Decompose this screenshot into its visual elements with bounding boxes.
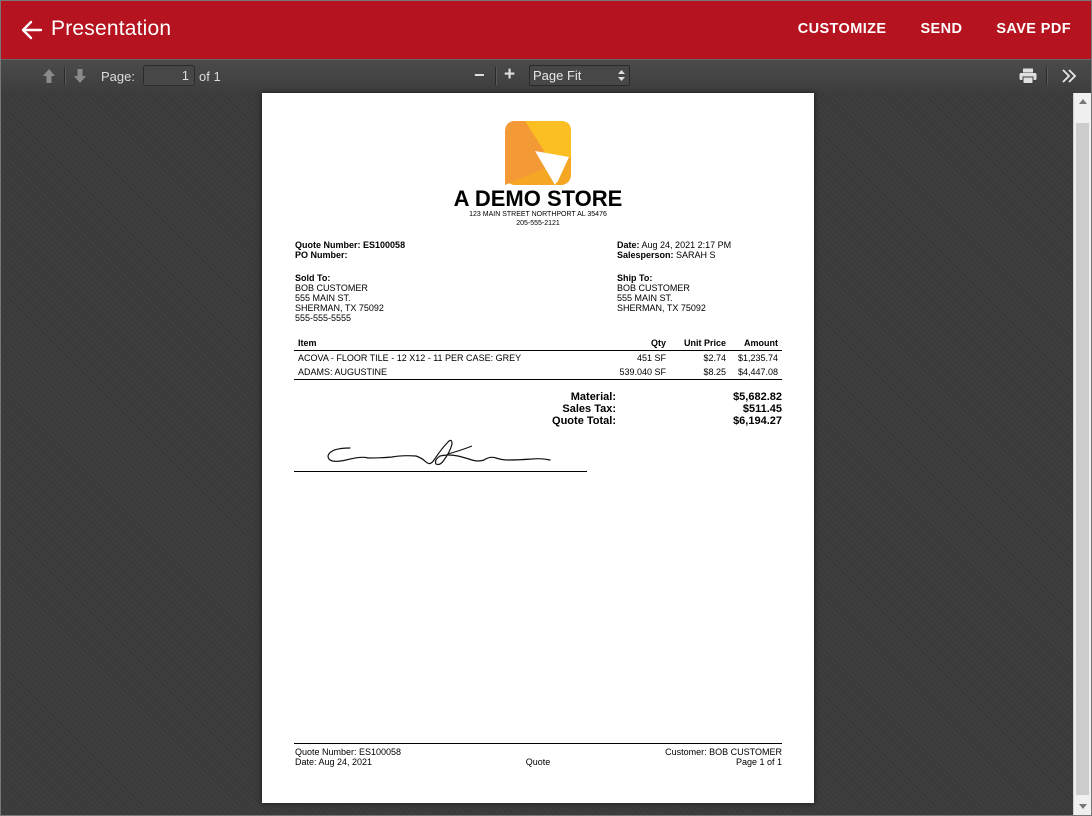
ship-to-line: BOB CUSTOMER (617, 283, 690, 293)
date-label: Date: (617, 240, 640, 250)
footer-quote-number: Quote Number: ES100058 (295, 747, 402, 757)
toolbar-divider (64, 67, 66, 85)
page-number-input[interactable]: 1 (143, 65, 195, 86)
quote-total-label: Quote Total: (552, 415, 616, 427)
customize-button[interactable]: CUSTOMIZE (798, 21, 887, 37)
scroll-down-icon[interactable] (1074, 798, 1092, 815)
footer-right: Customer: BOB CUSTOMER Page 1 of 1 (665, 747, 782, 767)
store-phone: 205-555-2121 (516, 220, 560, 227)
page-count: of 1 (199, 69, 221, 84)
signature-line (294, 471, 587, 472)
po-number-label: PO Number: (295, 250, 348, 260)
quote-info: Quote Number: ES100058 PO Number: (295, 240, 405, 260)
table-header-row: Item Qty Unit Price Amount (294, 336, 782, 351)
ship-to-line: 555 MAIN ST. (617, 293, 673, 303)
store-name: A DEMO STORE (453, 186, 623, 211)
footer-page: Page 1 of 1 (735, 757, 782, 767)
ship-to-block: Ship To: BOB CUSTOMER 555 MAIN ST. SHERM… (617, 273, 706, 313)
select-caret-icon (618, 70, 625, 81)
toolbar-divider (1046, 67, 1048, 85)
arrow-down-icon[interactable] (72, 68, 88, 84)
salesperson-label: Salesperson: (617, 250, 674, 260)
page-title: Presentation (51, 17, 172, 40)
cell-item: ADAMS: AUGUSTINE (294, 365, 599, 380)
vertical-scrollbar[interactable] (1073, 93, 1092, 815)
ship-to-line: SHERMAN, TX 75092 (617, 303, 706, 313)
store-logo (505, 121, 571, 185)
footer-customer: Customer: BOB CUSTOMER (665, 747, 782, 757)
sales-tax-value: $511.45 (742, 403, 782, 415)
toolbar-divider (495, 67, 497, 85)
column-header-qty: Qty (598, 336, 670, 351)
column-header-unit-price: Unit Price (670, 336, 730, 351)
sold-to-line: BOB CUSTOMER (295, 283, 368, 293)
app-bar: Presentation CUSTOMIZE SEND SAVE PDF (1, 1, 1091, 59)
back-arrow-icon[interactable] (19, 17, 45, 43)
store-address-block: 123 MAIN STREET NORTHPORT AL 35476 205-5… (262, 210, 814, 228)
page-label: Page: (101, 69, 135, 84)
document-page: A DEMO STORE 123 MAIN STREET NORTHPORT A… (262, 93, 814, 803)
cell-amount: $4,447.08 (730, 365, 782, 380)
quote-number-label: Quote Number: (295, 240, 361, 250)
table-row: ACOVA - FLOOR TILE - 12 X12 - 11 PER CAS… (294, 351, 782, 366)
sold-to-label: Sold To: (295, 273, 331, 283)
scroll-up-icon[interactable] (1074, 93, 1092, 110)
salesperson: SARAH S (676, 250, 716, 260)
sold-to-line: SHERMAN, TX 75092 (295, 303, 384, 313)
sold-to-block: Sold To: BOB CUSTOMER 555 MAIN ST. SHERM… (295, 273, 384, 323)
send-button[interactable]: SEND (920, 21, 962, 37)
quote-date: Aug 24, 2021 2:17 PM (641, 240, 732, 250)
store-address: 123 MAIN STREET NORTHPORT AL 35476 (469, 211, 607, 218)
app-actions: CUSTOMIZE SEND SAVE PDF (798, 21, 1071, 37)
table-row: ADAMS: AUGUSTINE 539.040 SF $8.25 $4,447… (294, 365, 782, 380)
sold-to-line: 555 MAIN ST. (295, 293, 351, 303)
quote-total-value: $6,194.27 (733, 415, 782, 427)
date-info: Date: Aug 24, 2021 2:17 PM Salesperson: … (617, 240, 731, 260)
scrollbar-thumb[interactable] (1076, 123, 1089, 795)
cell-qty: 539.040 SF (598, 365, 670, 380)
arrow-up-icon[interactable] (41, 68, 57, 84)
items-table: Item Qty Unit Price Amount ACOVA - FLOOR… (294, 336, 782, 380)
signature (327, 439, 551, 466)
print-icon[interactable] (1019, 68, 1037, 84)
footer-divider (294, 743, 782, 744)
cell-unit-price: $2.74 (703, 353, 726, 363)
zoom-select[interactable]: Page Fit (529, 65, 630, 86)
sold-to-line: 555-555-5555 (295, 313, 352, 323)
cell-qty: 451 SF (636, 353, 666, 363)
material-label: Material: (570, 391, 616, 403)
save-pdf-button[interactable]: SAVE PDF (996, 21, 1071, 37)
material-value: $5,682.82 (733, 391, 782, 403)
sales-tax-label: Sales Tax: (562, 403, 616, 415)
cell-amount: $1,235.74 (737, 353, 778, 363)
zoom-select-value: Page Fit (533, 68, 582, 83)
viewer-toolbar: Page: 1 of 1 − + Page Fit (1, 59, 1091, 94)
cell-unit-price: $8.25 (670, 365, 730, 380)
zoom-out-button[interactable]: − (474, 65, 485, 86)
column-header-amount: Amount (730, 336, 782, 351)
zoom-in-button[interactable]: + (504, 64, 515, 86)
quote-number: ES100058 (363, 240, 406, 250)
ship-to-label: Ship To: (617, 273, 653, 283)
cell-item: ACOVA - FLOOR TILE - 12 X12 - 11 PER CAS… (298, 353, 522, 363)
double-chevron-right-icon[interactable] (1061, 69, 1077, 83)
app-window: Presentation CUSTOMIZE SEND SAVE PDF Pag… (0, 0, 1092, 816)
column-header-item: Item (294, 336, 599, 351)
